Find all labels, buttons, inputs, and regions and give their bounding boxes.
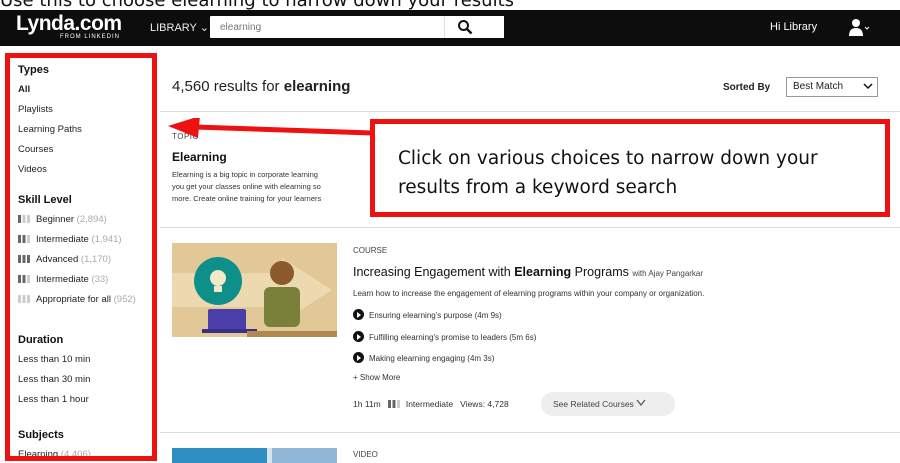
- skill-label: Appropriate for all: [36, 294, 111, 305]
- types-heading: Types: [18, 64, 49, 76]
- skill-bars-icon: [18, 215, 30, 223]
- skill-count: (33): [91, 274, 109, 285]
- play-icon: [353, 331, 364, 342]
- topic-description-line: Elearning is a big topic in corporate le…: [172, 170, 318, 179]
- course-illustration: [172, 243, 337, 337]
- course-author[interactable]: with Ajay Pangarkar: [632, 269, 703, 278]
- video-thumbnail[interactable]: [172, 448, 337, 463]
- annotation-callout: Click on various choices to narrow down …: [370, 119, 890, 217]
- course-thumbnail[interactable]: [172, 243, 337, 337]
- play-icon: [353, 352, 364, 363]
- chevron-down-icon: ⌄: [199, 22, 209, 34]
- sorted-by-label: Sorted By: [723, 82, 771, 93]
- skill-bars-icon: [18, 235, 30, 243]
- type-filter-learning-paths[interactable]: Learning Paths: [18, 124, 82, 135]
- skill-bars-icon: [18, 255, 30, 263]
- skill-label: Intermediate: [36, 234, 89, 245]
- course-views: Views: 4,728: [460, 399, 509, 409]
- skill-filter-beginner[interactable]: Beginner (2,894): [18, 214, 107, 225]
- skill-label: Beginner: [36, 214, 75, 225]
- duration-filter-10-min[interactable]: Less than 10 min: [18, 354, 90, 365]
- duration-filter-1-hour[interactable]: Less than 1 hour: [18, 394, 89, 405]
- filter-sidebar: Types All Playlists Learning Paths Cours…: [6, 56, 156, 460]
- search-button[interactable]: [444, 16, 504, 38]
- results-divider: [160, 227, 900, 228]
- skill-filter-appropriate-for-all[interactable]: Appropriate for all (952): [18, 294, 136, 305]
- chapter-label: Making elearning engaging (4m 3s): [369, 354, 495, 363]
- result-count-text: 4,560 results for: [172, 78, 280, 95]
- search-box: [210, 16, 470, 38]
- course-description: Learn how to increase the engagement of …: [353, 289, 705, 298]
- result-count-heading: 4,560 results for elearning: [172, 78, 350, 95]
- related-button-label: See Related Courses: [553, 399, 634, 409]
- sort-value: Best Match: [793, 81, 844, 92]
- course-tag: COURSE: [353, 246, 388, 255]
- subject-label: Elearning: [18, 449, 59, 460]
- search-input[interactable]: [210, 16, 470, 38]
- see-related-courses-button[interactable]: See Related Courses: [541, 392, 675, 416]
- skill-filter-intermediate[interactable]: Intermediate (1,941): [18, 234, 122, 245]
- skill-count: (952): [113, 294, 136, 305]
- type-filter-courses[interactable]: Courses: [18, 144, 53, 155]
- results-divider: [160, 111, 900, 112]
- topic-description-line: you get your classes online with elearni…: [172, 182, 321, 191]
- chapter-label: Fulfilling elearning's promise to leader…: [369, 333, 537, 342]
- skill-count: (2,894): [76, 214, 107, 225]
- course-title[interactable]: Increasing Engagement with Elearning Pro…: [353, 265, 703, 279]
- course-chapter-link[interactable]: Making elearning engaging (4m 3s): [353, 352, 494, 363]
- search-icon: [458, 20, 473, 35]
- type-filter-playlists[interactable]: Playlists: [18, 104, 53, 115]
- subjects-heading: Subjects: [18, 429, 64, 441]
- chapter-label: Ensuring elearning's purpose (4m 9s): [369, 311, 502, 320]
- course-title-part: Increasing Engagement with: [353, 265, 511, 279]
- type-filter-all[interactable]: All: [18, 84, 30, 95]
- user-greeting[interactable]: Hi Library: [770, 21, 817, 33]
- skill-level-heading: Skill Level: [18, 194, 72, 206]
- course-level: Intermediate: [405, 399, 454, 409]
- skill-label: Advanced: [36, 254, 79, 265]
- course-chapter-link[interactable]: Ensuring elearning's purpose (4m 9s): [353, 309, 502, 320]
- subject-filter-elearning[interactable]: Elearning (4,406): [18, 449, 91, 460]
- course-meta: 1h 11m Intermediate Views: 4,728: [353, 399, 509, 409]
- library-menu-label: LIBRARY: [150, 22, 197, 34]
- skill-filter-advanced[interactable]: Advanced (1,170): [18, 254, 111, 265]
- result-query: elearning: [283, 78, 351, 95]
- top-navigation-bar: Lynda.com FROM LINKEDIN LIBRARY ⌄ Hi Lib…: [0, 10, 900, 46]
- video-tag: VIDEO: [353, 450, 378, 459]
- skill-bars-icon: [387, 400, 400, 408]
- course-chapter-link[interactable]: Fulfilling elearning's promise to leader…: [353, 331, 536, 342]
- skill-bars-icon: [18, 295, 30, 303]
- user-avatar-icon[interactable]: [848, 18, 870, 38]
- skill-bars-icon: [18, 275, 30, 283]
- play-icon: [353, 309, 364, 320]
- skill-count: (1,941): [91, 234, 122, 245]
- show-more-link[interactable]: + Show More: [353, 373, 400, 382]
- callout-text: Click on various choices to narrow down …: [398, 148, 818, 198]
- lynda-logo[interactable]: Lynda.com: [16, 12, 122, 36]
- logo-subtitle: FROM LINKEDIN: [60, 34, 121, 40]
- duration-filter-30-min[interactable]: Less than 30 min: [18, 374, 90, 385]
- type-filter-videos[interactable]: Videos: [18, 164, 47, 175]
- course-title-part: Programs: [574, 265, 629, 279]
- topic-description-line: more. Create online training for your le…: [172, 194, 322, 203]
- skill-count: (1,170): [80, 254, 112, 265]
- topic-title[interactable]: Elearning: [172, 150, 227, 164]
- sort-dropdown[interactable]: Best Match: [786, 77, 878, 97]
- results-divider: [160, 432, 900, 433]
- course-title-keyword: Elearning: [514, 265, 572, 279]
- course-duration: 1h 11m: [353, 399, 381, 409]
- duration-heading: Duration: [18, 334, 64, 346]
- video-illustration: [172, 448, 337, 463]
- skill-filter-intermediate-2[interactable]: Intermediate (33): [18, 274, 108, 285]
- chevron-down-icon: [863, 83, 873, 90]
- chevron-down-icon: [636, 399, 646, 406]
- library-menu[interactable]: LIBRARY ⌄: [150, 21, 209, 34]
- subject-count: (4,406): [60, 449, 91, 460]
- annotation-arrow: [168, 118, 373, 138]
- skill-label: Intermediate: [36, 274, 89, 285]
